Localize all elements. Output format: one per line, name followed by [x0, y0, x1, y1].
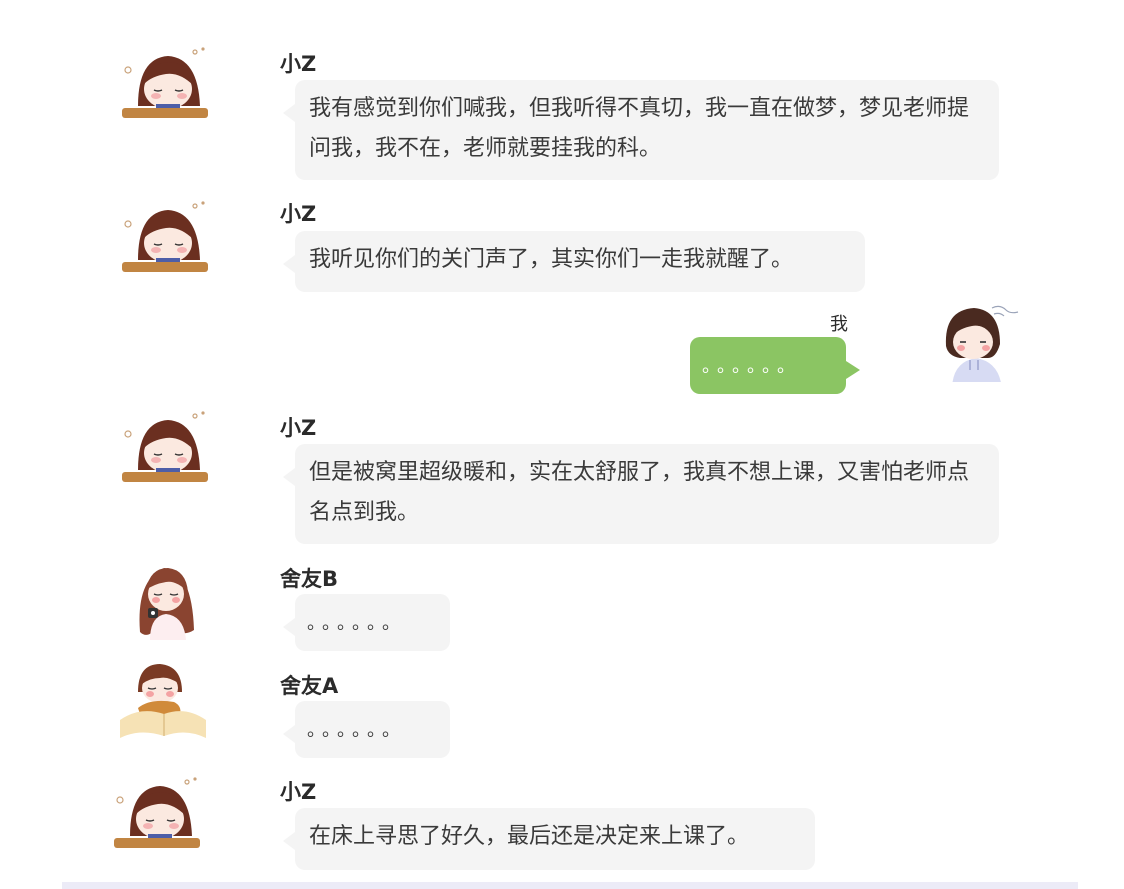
sleepy-girl-desk-avatar[interactable]	[120, 198, 210, 278]
sender-name: 小Z	[280, 52, 317, 76]
sender-name: 小Z	[280, 416, 317, 440]
girl-on-book-avatar[interactable]	[120, 662, 210, 742]
long-hair-girl-avatar[interactable]	[120, 560, 210, 640]
sender-name: 小Z	[280, 202, 317, 226]
message-bubble-own: 。。。。。。	[690, 337, 860, 394]
sender-name: 舍友A	[280, 674, 339, 698]
message-text: 。。。。。。	[307, 720, 406, 741]
sender-name: 我	[830, 314, 848, 335]
message-text: 。。。。。。	[702, 356, 801, 377]
message-bubble: 。。。。。。	[283, 701, 450, 758]
message-bubble: 我有感觉到你们喊我，但我听得不真切，我一直在做梦，梦见老师提问我，我不在，老师就…	[283, 80, 999, 180]
message-bubble: 但是被窝里超级暖和，实在太舒服了，我真不想上课，又害怕老师点名点到我。	[283, 444, 999, 544]
footer-divider	[62, 882, 1078, 889]
message-bubble: 在床上寻思了好久，最后还是决定来上课了。	[283, 808, 815, 870]
sleepy-girl-desk-avatar[interactable]	[120, 408, 210, 488]
message-bubble: 我听见你们的关门声了，其实你们一走我就醒了。	[283, 231, 865, 292]
message-text: 。。。。。。	[307, 613, 406, 634]
sleepy-girl-desk-avatar[interactable]	[120, 44, 210, 124]
sleepy-girl-desk-avatar[interactable]	[112, 774, 202, 854]
message-bubble: 。。。。。。	[283, 594, 450, 651]
hoodie-girl-avatar[interactable]	[930, 302, 1020, 382]
sender-name: 舍友B	[280, 567, 339, 591]
sender-name: 小Z	[280, 780, 317, 804]
